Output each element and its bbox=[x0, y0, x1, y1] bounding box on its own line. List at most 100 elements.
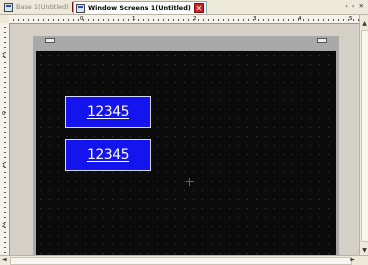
ruler-tick bbox=[4, 212, 6, 213]
ruler-tick bbox=[4, 237, 6, 238]
ruler-tick bbox=[4, 32, 6, 33]
screen-icon bbox=[4, 2, 13, 12]
ruler-tick bbox=[4, 142, 6, 143]
ruler-label: 5 bbox=[349, 16, 353, 22]
minimize-icon bbox=[317, 38, 327, 43]
ruler-tick bbox=[4, 82, 6, 83]
ruler-tick bbox=[143, 19, 144, 21]
ruler-tick bbox=[323, 19, 324, 21]
ruler-tick bbox=[28, 19, 29, 21]
scroll-up-icon[interactable]: ▲ bbox=[361, 20, 368, 28]
ruler-tick bbox=[4, 77, 6, 78]
ruler-tick bbox=[4, 222, 6, 223]
ruler-tick bbox=[4, 27, 6, 28]
ruler-tick bbox=[288, 19, 289, 21]
ruler-tick bbox=[283, 19, 284, 21]
ruler-tick bbox=[68, 19, 69, 21]
ruler-tick bbox=[303, 19, 304, 21]
tab-scroll-controls[interactable]: ‹ › ✕ bbox=[345, 2, 365, 10]
scroll-right-icon[interactable]: ► bbox=[350, 256, 355, 264]
crosshair-icon bbox=[186, 178, 194, 186]
design-canvas[interactable]: 12345 12345 bbox=[10, 24, 358, 255]
ruler-tick bbox=[4, 207, 6, 208]
ruler-tick bbox=[33, 19, 34, 21]
ruler-tick bbox=[4, 242, 6, 243]
ruler-tick bbox=[243, 19, 244, 21]
ruler-tick bbox=[4, 217, 6, 218]
tab-window-screens-1[interactable]: Window Screens 1(Untitled) ✕ bbox=[73, 1, 207, 14]
window-screen-frame[interactable]: 12345 12345 bbox=[33, 36, 339, 255]
ruler-tick bbox=[4, 67, 6, 68]
ruler-tick bbox=[4, 92, 6, 93]
ruler-tick bbox=[18, 19, 19, 21]
ruler-tick bbox=[308, 19, 309, 21]
ruler-tick bbox=[338, 19, 339, 21]
tab-base-1[interactable]: Base 1(Untitled) ✕ bbox=[4, 1, 82, 13]
ruler-tick bbox=[4, 202, 6, 203]
ruler-tick bbox=[208, 19, 209, 21]
ruler-tick bbox=[4, 107, 6, 108]
ruler-tick bbox=[263, 19, 264, 21]
ruler-tick bbox=[193, 19, 194, 21]
ruler-tick bbox=[13, 19, 14, 21]
horizontal-scroll-thumb[interactable] bbox=[10, 257, 352, 265]
ruler-tick bbox=[4, 52, 6, 53]
screen-icon bbox=[76, 3, 85, 13]
ruler-tick bbox=[4, 62, 6, 63]
ruler-tick bbox=[138, 19, 139, 21]
ruler-tick bbox=[163, 19, 164, 21]
ruler-tick bbox=[88, 19, 89, 21]
ruler-tick bbox=[83, 19, 84, 21]
ruler-tick bbox=[298, 19, 299, 21]
ruler-tick bbox=[278, 19, 279, 21]
ruler-tick bbox=[4, 152, 6, 153]
ruler-tick bbox=[4, 132, 6, 133]
ruler-tick bbox=[4, 227, 6, 228]
ruler-tick bbox=[173, 19, 174, 21]
ruler-tick bbox=[258, 19, 259, 21]
ruler-tick bbox=[93, 19, 94, 21]
ruler-tick bbox=[4, 42, 6, 43]
ruler-tick bbox=[4, 147, 6, 148]
ruler-tick bbox=[4, 187, 6, 188]
ruler-tick bbox=[38, 19, 39, 21]
ruler-tick bbox=[213, 19, 214, 21]
close-icon[interactable]: ✕ bbox=[193, 3, 204, 13]
ruler-tick bbox=[253, 19, 254, 21]
ruler-tick bbox=[108, 19, 109, 21]
ruler-tick bbox=[53, 19, 54, 21]
ruler-tick bbox=[4, 172, 6, 173]
ruler-tick bbox=[113, 19, 114, 21]
ruler-tick bbox=[98, 19, 99, 21]
ruler-tick bbox=[4, 162, 6, 163]
scroll-down-icon[interactable]: ▼ bbox=[361, 247, 368, 255]
ruler-tick bbox=[328, 19, 329, 21]
ruler-tick bbox=[4, 117, 6, 118]
ruler-tick bbox=[148, 19, 149, 21]
screen-work-area[interactable]: 12345 12345 bbox=[36, 51, 336, 255]
vertical-scrollbar[interactable]: ▲ ▼ bbox=[359, 15, 368, 255]
scroll-left-icon[interactable]: ◄ bbox=[2, 256, 7, 264]
ruler-tick bbox=[4, 192, 6, 193]
numeric-display-2[interactable]: 12345 bbox=[65, 139, 151, 171]
ruler-tick bbox=[218, 19, 219, 21]
ruler-tick bbox=[128, 19, 129, 21]
tab-window-screens-1-label: Window Screens 1(Untitled) bbox=[88, 4, 191, 12]
ruler-tick bbox=[4, 177, 6, 178]
ruler-tick bbox=[188, 19, 189, 21]
numeric-display-1[interactable]: 12345 bbox=[65, 96, 151, 128]
ruler-tick bbox=[4, 247, 6, 248]
vertical-ruler: 1 0 1 2 bbox=[0, 23, 10, 255]
horizontal-scrollbar[interactable]: ◄ ► bbox=[0, 255, 368, 265]
ruler-tick bbox=[23, 19, 24, 21]
ruler-tick bbox=[4, 167, 6, 168]
ruler-tick bbox=[348, 19, 349, 21]
ruler-tick bbox=[228, 19, 229, 21]
vertical-scroll-thumb[interactable] bbox=[361, 30, 368, 242]
ruler-tick bbox=[4, 72, 6, 73]
ruler-tick bbox=[273, 19, 274, 21]
ruler-corner bbox=[0, 15, 9, 23]
ruler-tick bbox=[133, 19, 134, 21]
ruler-tick bbox=[43, 19, 44, 21]
ruler-tick bbox=[4, 122, 6, 123]
